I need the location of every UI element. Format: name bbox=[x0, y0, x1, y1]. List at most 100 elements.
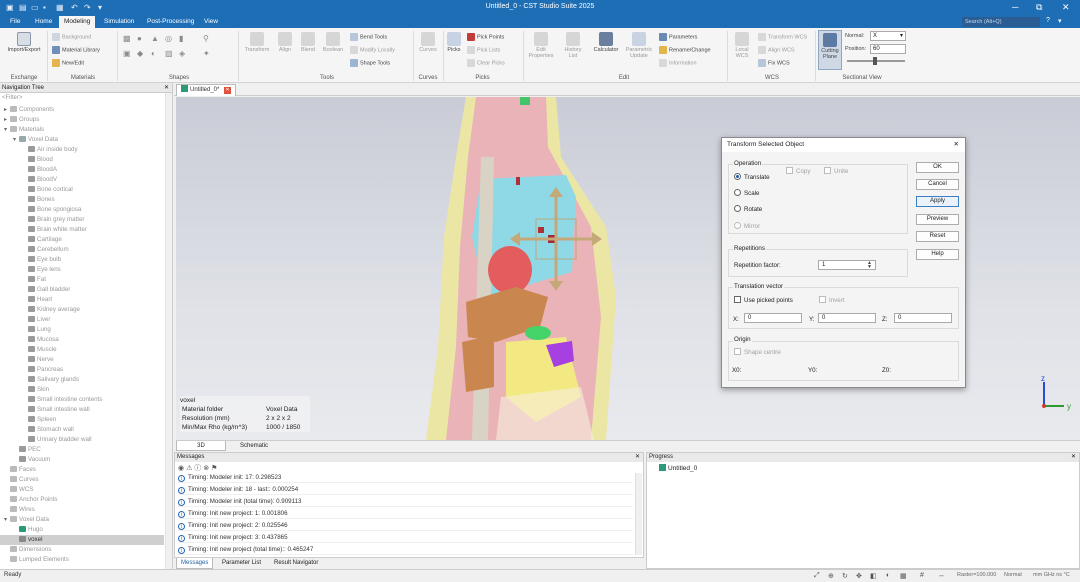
mirror-radio[interactable]: Mirror bbox=[734, 222, 760, 230]
tree-item[interactable]: Air inside body bbox=[0, 145, 164, 155]
tab-view[interactable]: View bbox=[199, 16, 223, 28]
cone-icon[interactable]: ▲ bbox=[151, 34, 159, 43]
repetition-spinner-icon[interactable]: ▲ ▼ bbox=[867, 261, 872, 270]
rename-change-button[interactable]: Rename/Change bbox=[659, 46, 711, 54]
position-slider-thumb[interactable] bbox=[873, 57, 877, 65]
parameters-button[interactable]: Parameters bbox=[659, 33, 697, 41]
tree-item[interactable]: ▾ Materials bbox=[0, 125, 164, 135]
progress-item[interactable]: Untitled_0 bbox=[659, 464, 697, 472]
background-button[interactable]: Background bbox=[52, 33, 91, 41]
blend-button[interactable]: Blend bbox=[297, 32, 319, 53]
tree-item[interactable]: Spleen bbox=[0, 415, 164, 425]
tree-item[interactable]: Lumped Elements bbox=[0, 555, 164, 565]
torus-icon[interactable]: ◎ bbox=[165, 34, 172, 43]
tree-item[interactable]: Gall bladder bbox=[0, 285, 164, 295]
tree-item[interactable]: Heart bbox=[0, 295, 164, 305]
copy-checkbox[interactable]: Copy bbox=[786, 167, 810, 175]
tree-item[interactable]: voxel bbox=[0, 535, 164, 545]
view-settings-icon[interactable]: ◧ bbox=[870, 572, 877, 580]
invert-checkbox[interactable]: Invert bbox=[819, 296, 844, 304]
tree-item[interactable]: Cerebellum bbox=[0, 245, 164, 255]
tree-filter-input[interactable]: <Filter> bbox=[0, 93, 164, 103]
tab-modeling[interactable]: Modeling bbox=[59, 16, 96, 28]
tree-item[interactable]: Muscle bbox=[0, 345, 164, 355]
tree-item[interactable]: Curves bbox=[0, 475, 164, 485]
tab-file[interactable]: File bbox=[5, 16, 25, 28]
pan-icon[interactable]: ✥ bbox=[856, 572, 862, 580]
message-row[interactable]: i Timing: Init new project: 2: 0.025546 bbox=[178, 521, 633, 531]
z-input[interactable]: 0 bbox=[894, 313, 952, 323]
tree-item[interactable]: Cartilage bbox=[0, 235, 164, 245]
align-wcs-button[interactable]: Align WCS bbox=[758, 46, 795, 54]
tab-post-processing[interactable]: Post-Processing bbox=[142, 16, 199, 28]
use-picked-points-checkbox[interactable]: Use picked points bbox=[734, 296, 793, 304]
bend-tools-button[interactable]: Bend Tools bbox=[350, 33, 387, 41]
ok-button[interactable]: OK bbox=[916, 162, 959, 173]
message-row[interactable]: i Timing: Modeler init (total time): 0.90… bbox=[178, 497, 633, 507]
tree-item[interactable]: WCS bbox=[0, 485, 164, 495]
fix-wcs-button[interactable]: Fix WCS bbox=[758, 59, 790, 67]
normal-select[interactable]: X ▾ bbox=[870, 31, 906, 41]
close-button[interactable]: ✕ bbox=[1062, 2, 1070, 13]
message-row[interactable]: i Timing: Init new project (total time)::… bbox=[178, 545, 633, 555]
elliptical-cylinder-icon[interactable]: ▣ bbox=[123, 49, 131, 58]
shapes-gallery[interactable]: ▩ ● ▲ ◎ ▮ ⚲ ▣ ◆ ◐ ▧ ◈ ✦ bbox=[123, 34, 233, 68]
dimension-icon[interactable]: ↔ bbox=[938, 572, 945, 579]
loft-icon[interactable]: ▧ bbox=[165, 49, 173, 58]
tree-item[interactable]: ▾ Voxel Data bbox=[0, 135, 164, 145]
rotate-radio[interactable]: Rotate bbox=[734, 205, 762, 213]
tree-item[interactable]: Fat bbox=[0, 275, 164, 285]
translate-radio[interactable]: Translate bbox=[734, 173, 770, 181]
more-shapes-icon[interactable]: ✦ bbox=[203, 49, 210, 58]
tree-item[interactable]: Pancreas bbox=[0, 365, 164, 375]
sphere-icon[interactable]: ● bbox=[137, 34, 142, 43]
mesh-view-icon[interactable]: ▦ bbox=[900, 572, 907, 580]
clear-messages-icon[interactable]: ◉ bbox=[178, 465, 184, 472]
flag-icon[interactable]: ⚑ bbox=[211, 465, 217, 472]
messages-scrollbar[interactable] bbox=[635, 473, 642, 555]
tree-item[interactable]: Vacuum bbox=[0, 455, 164, 465]
tree-item[interactable]: Skin bbox=[0, 385, 164, 395]
edit-properties-button[interactable]: Edit Properties bbox=[526, 32, 556, 59]
tree-item[interactable]: Bones bbox=[0, 195, 164, 205]
tree-item[interactable]: ▾ Voxel Data bbox=[0, 515, 164, 525]
calculator-button[interactable]: Calculator bbox=[590, 32, 622, 53]
curves-button[interactable]: Curves bbox=[416, 32, 440, 53]
modify-locally-button[interactable]: Modify Locally bbox=[350, 46, 395, 54]
pick-lists-button[interactable]: Pick Lists bbox=[467, 46, 500, 54]
tab-parameter-list[interactable]: Parameter List bbox=[218, 558, 265, 569]
tree-item[interactable]: Brain grey matter bbox=[0, 215, 164, 225]
rotate-view-icon[interactable]: ↻ bbox=[842, 572, 848, 580]
x-input[interactable]: 0 bbox=[744, 313, 802, 323]
tree-item[interactable]: Blood bbox=[0, 155, 164, 165]
rotate-shape-icon[interactable]: ◐ bbox=[151, 49, 156, 58]
import-export-button[interactable]: Import/Export bbox=[4, 32, 44, 53]
tab-untitled-0[interactable]: Untitled_0* ✕ bbox=[176, 84, 237, 96]
close-icon[interactable]: ✕ bbox=[164, 83, 169, 93]
transform-button[interactable]: Transform bbox=[242, 32, 272, 53]
search-input[interactable]: Search (Alt+Q) bbox=[962, 17, 1040, 27]
cylinder-icon[interactable]: ▮ bbox=[179, 34, 183, 43]
tree-item[interactable]: ▸ Components bbox=[0, 105, 164, 115]
reset-button[interactable]: Reset bbox=[916, 231, 959, 242]
tree-item[interactable]: Small intestine contents bbox=[0, 395, 164, 405]
message-row[interactable]: i Timing: Init new project: 1: 0.001806 bbox=[178, 509, 633, 519]
tree-item[interactable]: Eye bulb bbox=[0, 255, 164, 265]
tab-home[interactable]: Home bbox=[30, 16, 57, 28]
transform-wcs-button[interactable]: Transform WCS bbox=[758, 33, 807, 41]
tree-item[interactable]: Anchor Points bbox=[0, 495, 164, 505]
message-row[interactable]: i Timing: Modeler init: 18 - last:: 0.000… bbox=[178, 485, 633, 495]
unite-checkbox[interactable]: Unite bbox=[824, 167, 848, 175]
tree-item[interactable]: ▸ Groups bbox=[0, 115, 164, 125]
tree-item[interactable]: Eye lens bbox=[0, 265, 164, 275]
extrude-icon[interactable]: ⚲ bbox=[203, 34, 209, 43]
restore-button[interactable]: ⧉ bbox=[1036, 2, 1042, 13]
brick-icon[interactable]: ▩ bbox=[123, 34, 131, 43]
y-input[interactable]: 0 bbox=[818, 313, 876, 323]
scale-radio[interactable]: Scale bbox=[734, 189, 759, 197]
tree-item[interactable]: Salivary glands bbox=[0, 375, 164, 385]
position-input[interactable]: 60 bbox=[870, 44, 906, 54]
tab-3d[interactable]: 3D bbox=[176, 441, 226, 451]
tree-scrollbar[interactable] bbox=[165, 93, 172, 569]
tree-item[interactable]: Liver bbox=[0, 315, 164, 325]
